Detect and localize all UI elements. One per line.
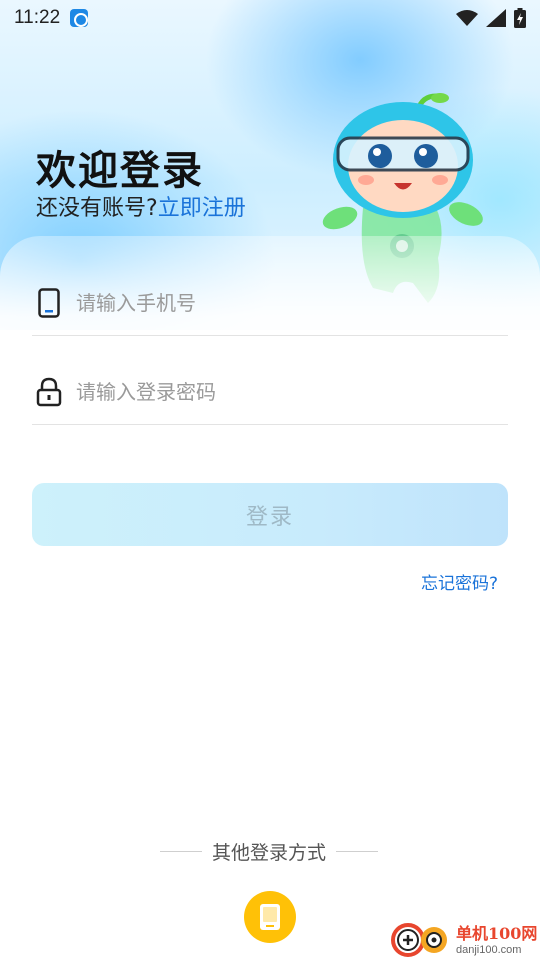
battery-charging-icon (514, 8, 526, 28)
wifi-icon (456, 10, 478, 26)
phone-icon (34, 287, 64, 318)
page-title: 欢迎登录 (36, 148, 204, 194)
login-button[interactable]: 登录 (32, 483, 508, 546)
divider-line-right (335, 850, 378, 852)
password-input[interactable] (76, 379, 476, 404)
register-link[interactable]: 立即注册 (158, 190, 246, 222)
forgot-password-link[interactable]: 忘记密码? (421, 569, 498, 594)
status-indicators (456, 8, 526, 28)
register-prompt-row: 还没有账号? 立即注册 (36, 190, 246, 222)
register-prompt: 还没有账号? (36, 196, 158, 221)
lock-icon (34, 377, 64, 407)
watermark: 单机100网 danji100.com (390, 916, 540, 960)
watermark-logo (391, 923, 447, 957)
password-field (32, 359, 508, 425)
phone-field (32, 270, 508, 336)
signal-icon (486, 9, 506, 27)
watermark-name: 单机100网 (456, 924, 538, 943)
watermark-text: 单机100网 danji100.com (456, 920, 537, 956)
divider-line-left (160, 850, 202, 852)
watermark-url: danji100.com (456, 944, 522, 956)
app-notification-icon (70, 9, 89, 27)
phone-icon (260, 904, 280, 930)
status-time: 11:22 (14, 7, 61, 28)
phone-input[interactable] (76, 290, 476, 315)
status-bar: 11:22 (0, 0, 540, 36)
phone-login-button[interactable] (244, 891, 296, 943)
other-login-label: 其他登录方式 (211, 841, 326, 864)
other-login-divider: 其他登录方式 (160, 838, 378, 864)
